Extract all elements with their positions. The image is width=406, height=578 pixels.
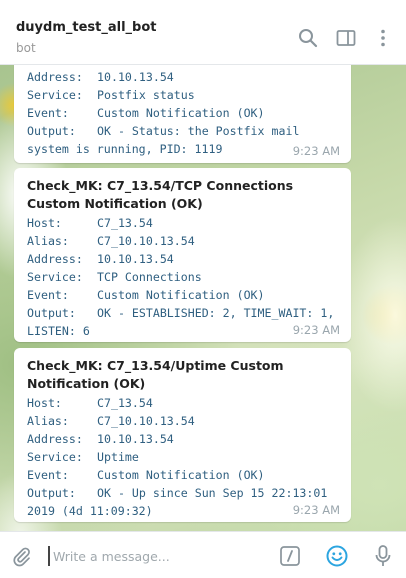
message-time: 9:23 AM: [292, 323, 340, 337]
row-key: Address:: [27, 432, 83, 446]
row-value: 10.10.13.54: [97, 432, 174, 446]
row-value: C7_13.54: [97, 396, 153, 410]
row-key: Event:: [27, 288, 69, 302]
message-row: Service: Postfix status: [27, 86, 338, 104]
message-composer: [0, 531, 406, 578]
sidebar-toggle-icon[interactable]: [335, 27, 357, 49]
row-key: Address:: [27, 252, 83, 266]
message-row: Output: OK - Up since Sun Sep 15 22:13:01…: [27, 484, 338, 520]
row-key: Event:: [27, 468, 69, 482]
chat-history[interactable]: Address: 10.10.13.54 Service: Postfix stat…: [0, 65, 406, 531]
message-row: Host: C7_13.54: [27, 214, 338, 232]
chat-title[interactable]: duydm_test_all_bot: [16, 20, 157, 35]
row-value: C7_10.10.13.54: [97, 234, 195, 248]
message-title: Check_MK: C7_13.54/TCP Connections Custo…: [27, 178, 294, 211]
message-time: 9:23 AM: [292, 503, 340, 517]
message-row: Address: 10.10.13.54: [27, 250, 338, 268]
message-row: Event: Custom Notification (OK): [27, 104, 338, 122]
message-title: Check_MK: C7_13.54/Uptime Custom Notific…: [27, 358, 284, 391]
row-key: Output:: [27, 486, 76, 500]
row-value: TCP Connections: [97, 270, 202, 284]
row-key: Alias:: [27, 234, 69, 248]
row-key: Output:: [27, 124, 76, 138]
message-row: Output: OK - ESTABLISHED: 2, TIME_WAIT: 1…: [27, 304, 338, 340]
row-key: Address:: [27, 70, 83, 84]
message-bubble: Check_MK: C7_13.54/Uptime Custom Notific…: [14, 348, 351, 522]
message-row: Service: Uptime: [27, 448, 338, 466]
row-key: Host:: [27, 216, 62, 230]
row-value: C7_10.10.13.54: [97, 414, 195, 428]
row-value: C7_13.54: [97, 216, 153, 230]
search-icon[interactable]: [297, 27, 319, 49]
message-input[interactable]: [48, 546, 258, 566]
row-key: Service:: [27, 450, 83, 464]
microphone-icon[interactable]: [373, 544, 393, 568]
message-row: Service: TCP Connections: [27, 268, 338, 286]
row-value: Custom Notification (OK): [97, 106, 265, 120]
chat-header: duydm_test_all_bot bot: [0, 8, 406, 65]
message-row: Alias: C7_10.10.13.54: [27, 412, 338, 430]
message-row: Output: OK - Status: the Postfix mail sys…: [27, 122, 338, 158]
message-row: Address: 10.10.13.54: [27, 68, 338, 86]
bot-command-icon[interactable]: [279, 545, 301, 567]
message-time: 9:23 AM: [292, 144, 340, 158]
more-vertical-icon[interactable]: [372, 27, 394, 49]
message-bubble: Check_MK: C7_13.54/TCP Connections Custo…: [14, 168, 351, 342]
row-key: Host:: [27, 396, 62, 410]
row-key: Alias:: [27, 414, 69, 428]
row-key: Service:: [27, 88, 83, 102]
message-bubble: Address: 10.10.13.54 Service: Postfix stat…: [14, 65, 351, 163]
attach-icon[interactable]: [10, 545, 32, 567]
row-value: 10.10.13.54: [97, 70, 174, 84]
row-key: Output:: [27, 306, 76, 320]
row-key: Service:: [27, 270, 83, 284]
row-value: Postfix status: [97, 88, 195, 102]
row-value: Custom Notification (OK): [97, 288, 265, 302]
row-value: Custom Notification (OK): [97, 468, 265, 482]
message-row: Address: 10.10.13.54: [27, 430, 338, 448]
message-row: Event: Custom Notification (OK): [27, 286, 338, 304]
row-key: Event:: [27, 106, 69, 120]
message-row: Host: C7_13.54: [27, 394, 338, 412]
chat-subtitle: bot: [16, 41, 36, 55]
emoji-icon[interactable]: [325, 544, 349, 568]
message-row: Event: Custom Notification (OK): [27, 466, 338, 484]
row-value: 10.10.13.54: [97, 252, 174, 266]
row-value: Uptime: [97, 450, 139, 464]
message-row: Alias: C7_10.10.13.54: [27, 232, 338, 250]
